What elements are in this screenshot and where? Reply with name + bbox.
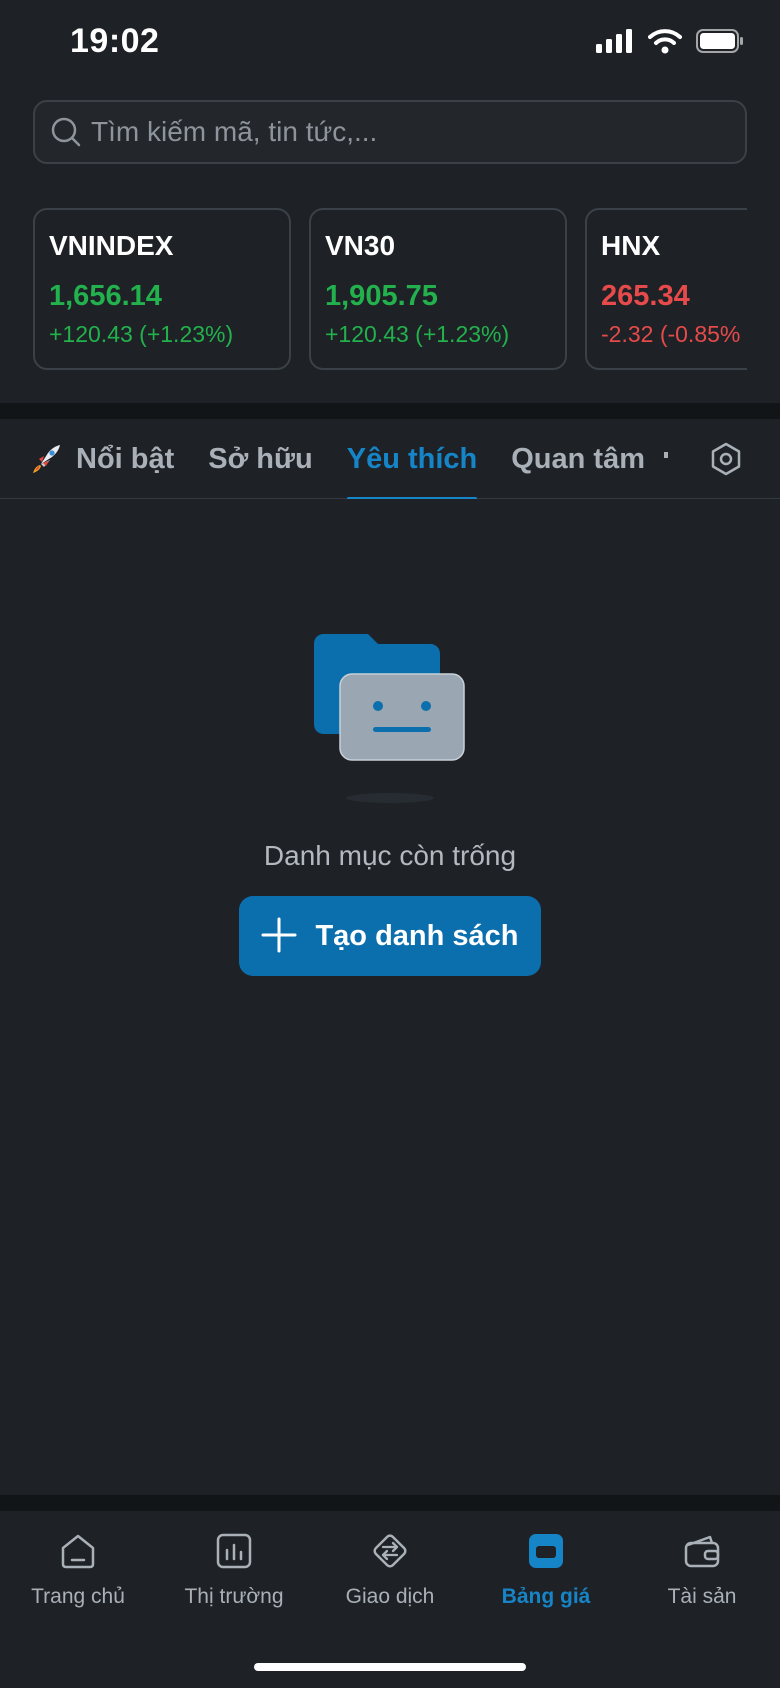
search-box[interactable] <box>33 100 747 164</box>
settings-icon[interactable] <box>704 437 748 481</box>
market-index-track: VNINDEX 1,656.14 +120.43 (+1.23%) VN30 1… <box>33 208 747 370</box>
home-icon <box>56 1529 100 1573</box>
status-bar: 19:02 <box>0 0 780 90</box>
signal-icon <box>596 29 634 58</box>
home-indicator[interactable] <box>254 1663 526 1671</box>
index-change: +120.43 (+1.23%) <box>325 321 510 347</box>
price-board-screen: 19:02 Tìm kiếm mã, tin tức,... VNINDEX 1… <box>0 0 780 1688</box>
index-card-hnx[interactable]: HNX 265.34 -2.32 (-0.85% <box>585 208 747 370</box>
index-name: HNX <box>601 230 661 261</box>
tab-noi-bat[interactable]: Nổi bật <box>30 419 174 499</box>
index-value: 1,905.75 <box>325 280 438 312</box>
tab-label: Sở hữu <box>208 442 313 475</box>
nav-label: Bảng giá <box>501 1585 591 1608</box>
section-divider <box>0 403 780 419</box>
tab-yeu-thich[interactable]: Yêu thích <box>346 419 478 499</box>
tab-label: Nổi bật <box>76 442 175 475</box>
search-input[interactable] <box>91 116 745 148</box>
nav-item-price-board[interactable]: Bảng giá <box>468 1529 624 1621</box>
tab-list[interactable]: Nổi bật Sở hữu Yêu thích Quan tâm <box>30 419 670 499</box>
nav-label: Thị trường <box>184 1585 284 1608</box>
index-change: -2.32 (-0.85% <box>601 321 741 347</box>
nav-label: Tài sản <box>667 1585 737 1608</box>
wallet-icon <box>680 1529 724 1573</box>
tab-label: Quan tâm <box>511 442 645 475</box>
create-list-button[interactable]: Tạo danh sách <box>239 896 541 976</box>
plus-icon <box>261 917 297 956</box>
nav-item-home[interactable]: Trang chủ <box>0 1529 156 1621</box>
tab-label: Yêu thích <box>346 442 478 475</box>
tab-so-huu[interactable]: Sở hữu <box>208 419 312 499</box>
status-time: 19:02 <box>70 22 160 60</box>
index-card-vn30[interactable]: VN30 1,905.75 +120.43 (+1.23%) <box>309 208 567 370</box>
bottom-nav-items: Trang chủ Thị trường Giao dịch Bảng giá … <box>0 1511 780 1621</box>
empty-folder-icon <box>312 630 468 810</box>
tab-overflow-mark <box>664 452 668 458</box>
battery-icon <box>696 28 744 59</box>
price-board-icon <box>524 1529 568 1573</box>
bottom-divider <box>0 1495 780 1511</box>
index-card-vnindex[interactable]: VNINDEX 1,656.14 +120.43 (+1.23%) <box>33 208 291 370</box>
index-change: +120.43 (+1.23%) <box>49 321 234 347</box>
market-chart-icon <box>212 1529 256 1573</box>
nav-label: Trang chủ <box>31 1585 125 1608</box>
wifi-icon <box>648 28 682 59</box>
index-value: 265.34 <box>601 280 690 312</box>
trade-exchange-icon <box>368 1529 412 1573</box>
search-icon <box>51 117 81 147</box>
bottom-nav: Trang chủ Thị trường Giao dịch Bảng giá … <box>0 1511 780 1688</box>
nav-item-trade[interactable]: Giao dịch <box>312 1529 468 1621</box>
index-name: VNINDEX <box>49 230 174 261</box>
empty-state-message: Danh mục còn trống <box>263 840 517 871</box>
rocket-icon <box>30 443 62 475</box>
nav-item-assets[interactable]: Tài sản <box>624 1529 780 1621</box>
tab-quan-tam[interactable]: Quan tâm <box>511 419 645 499</box>
create-list-label: Tạo danh sách <box>315 919 519 952</box>
index-name: VN30 <box>325 230 396 261</box>
index-value: 1,656.14 <box>49 280 162 312</box>
nav-item-market[interactable]: Thị trường <box>156 1529 312 1621</box>
watchlist-tabs: Nổi bật Sở hữu Yêu thích Quan tâm <box>0 419 780 499</box>
nav-label: Giao dịch <box>345 1585 435 1608</box>
market-index-strip[interactable]: VNINDEX 1,656.14 +120.43 (+1.23%) VN30 1… <box>33 208 747 372</box>
status-icons <box>596 28 744 59</box>
